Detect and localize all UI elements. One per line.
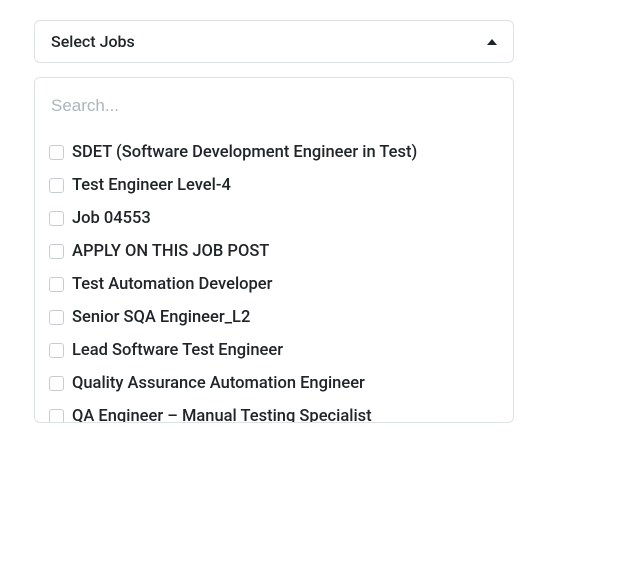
chevron-up-icon: [487, 39, 497, 45]
checkbox-icon[interactable]: [49, 211, 64, 226]
option-label: Test Automation Developer: [72, 275, 272, 294]
option-row[interactable]: Test Engineer Level-4: [49, 169, 503, 202]
checkbox-icon[interactable]: [49, 376, 64, 391]
checkbox-icon[interactable]: [49, 343, 64, 358]
option-label: Test Engineer Level-4: [72, 176, 231, 195]
option-row[interactable]: APPLY ON THIS JOB POST: [49, 235, 503, 268]
checkbox-icon[interactable]: [49, 244, 64, 259]
option-row[interactable]: Senior SQA Engineer_L2: [49, 301, 503, 334]
option-row[interactable]: Quality Assurance Automation Engineer: [49, 367, 503, 400]
option-label: APPLY ON THIS JOB POST: [72, 242, 269, 261]
option-label: SDET (Software Development Engineer in T…: [72, 143, 417, 162]
checkbox-icon[interactable]: [49, 145, 64, 160]
checkbox-icon[interactable]: [49, 409, 64, 422]
options-list[interactable]: SDET (Software Development Engineer in T…: [35, 134, 513, 422]
select-jobs-dropdown: SDET (Software Development Engineer in T…: [34, 77, 514, 423]
checkbox-icon[interactable]: [49, 310, 64, 325]
option-label: Quality Assurance Automation Engineer: [72, 374, 365, 393]
search-input[interactable]: [35, 78, 513, 134]
option-row[interactable]: SDET (Software Development Engineer in T…: [49, 136, 503, 169]
option-row[interactable]: Test Automation Developer: [49, 268, 503, 301]
option-label: Senior SQA Engineer_L2: [72, 308, 250, 327]
checkbox-icon[interactable]: [49, 178, 64, 193]
checkbox-icon[interactable]: [49, 277, 64, 292]
option-row[interactable]: Lead Software Test Engineer: [49, 334, 503, 367]
select-jobs-trigger[interactable]: Select Jobs: [34, 20, 514, 63]
option-row[interactable]: Job 04553: [49, 202, 503, 235]
select-jobs-label: Select Jobs: [51, 32, 135, 51]
search-wrapper: [35, 78, 513, 134]
option-label: QA Engineer – Manual Testing Specialist: [72, 407, 372, 422]
option-label: Job 04553: [72, 209, 151, 228]
option-label: Lead Software Test Engineer: [72, 341, 283, 360]
option-row[interactable]: QA Engineer – Manual Testing Specialist: [49, 400, 503, 422]
